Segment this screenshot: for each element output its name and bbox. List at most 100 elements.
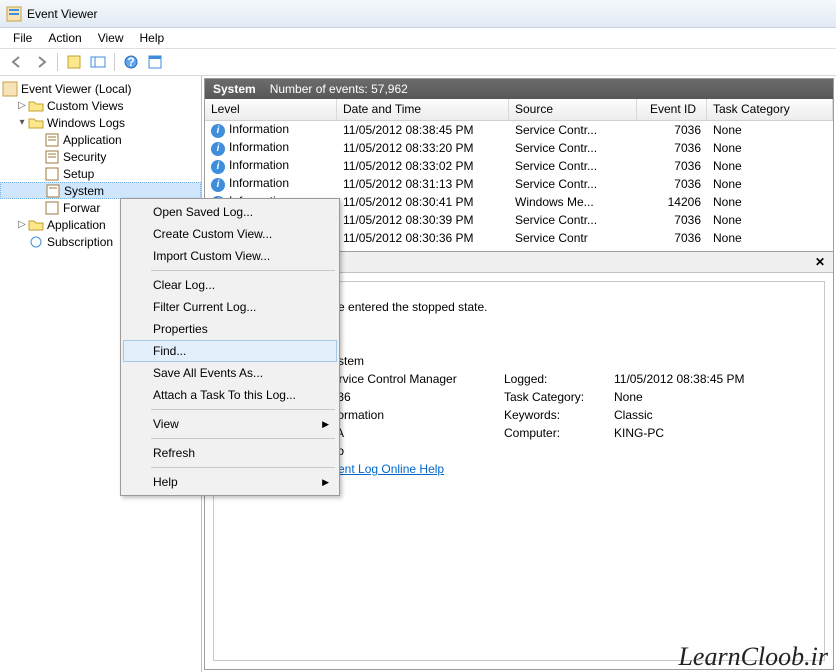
tree-label: Application: [47, 218, 106, 232]
tree-label: Custom Views: [47, 99, 123, 113]
lab-taskcat: Task Category:: [504, 390, 614, 404]
folder-icon: [28, 115, 44, 131]
subscription-icon: [28, 234, 44, 250]
col-level[interactable]: Level: [205, 99, 337, 120]
tree-application[interactable]: Application: [0, 131, 201, 148]
collapse-icon[interactable]: ▾: [16, 117, 28, 128]
separator: [151, 409, 335, 410]
context-menu: Open Saved Log... Create Custom View... …: [120, 198, 340, 496]
tree-root[interactable]: Event Viewer (Local): [0, 80, 201, 97]
ctx-import-custom-view[interactable]: Import Custom View...: [123, 245, 337, 267]
val-logged: 11/05/2012 08:38:45 PM: [614, 372, 794, 386]
log-icon: [45, 183, 61, 199]
close-icon[interactable]: ✕: [815, 255, 825, 269]
menu-help[interactable]: Help: [133, 29, 172, 47]
svg-text:?: ?: [127, 55, 134, 69]
app-icon: [6, 6, 22, 22]
val-logname: System: [324, 354, 504, 368]
tree-label: Subscription: [47, 235, 113, 249]
separator: [151, 467, 335, 468]
table-row[interactable]: iInformation11/05/2012 08:31:13 PMServic…: [205, 175, 833, 193]
ctx-view[interactable]: View▶: [123, 413, 337, 435]
ctx-refresh[interactable]: Refresh: [123, 442, 337, 464]
col-source[interactable]: Source: [509, 99, 637, 120]
tree-windows-logs[interactable]: ▾ Windows Logs: [0, 114, 201, 131]
window-title: Event Viewer: [27, 7, 97, 21]
log-icon: [44, 166, 60, 182]
val-taskcat: None: [614, 390, 794, 404]
tree-system[interactable]: System: [0, 182, 201, 199]
table-row[interactable]: iInformation11/05/2012 08:38:45 PMServic…: [205, 121, 833, 139]
tree-security[interactable]: Security: [0, 148, 201, 165]
log-icon: [44, 132, 60, 148]
toolbar-btn-3[interactable]: [144, 51, 166, 73]
separator: [151, 270, 335, 271]
tree-label: Application: [63, 133, 122, 147]
separator: [114, 53, 115, 71]
toolbar-btn-2[interactable]: [87, 51, 109, 73]
val-level: Information: [324, 408, 504, 422]
chevron-right-icon: ▶: [322, 419, 329, 430]
ctx-properties[interactable]: Properties: [123, 318, 337, 340]
titlebar: Event Viewer: [0, 0, 836, 28]
tree-setup[interactable]: Setup: [0, 165, 201, 182]
info-icon: i: [211, 160, 225, 174]
more-info-link[interactable]: Event Log Online Help: [324, 462, 504, 490]
app-icon: [2, 81, 18, 97]
menu-file[interactable]: File: [6, 29, 39, 47]
ctx-attach-task[interactable]: Attach a Task To this Log...: [123, 384, 337, 406]
ctx-filter-current-log[interactable]: Filter Current Log...: [123, 296, 337, 318]
info-icon: i: [211, 124, 225, 138]
help-button[interactable]: ?: [120, 51, 142, 73]
tree-label: Security: [63, 150, 106, 164]
col-task[interactable]: Task Category: [707, 99, 833, 120]
tree-label: Forwar: [63, 201, 100, 215]
chevron-right-icon: ▶: [322, 477, 329, 488]
menu-action[interactable]: Action: [41, 29, 88, 47]
forward-button[interactable]: [30, 51, 52, 73]
folder-icon: [28, 98, 44, 114]
val-computer: KING-PC: [614, 426, 794, 440]
col-date[interactable]: Date and Time: [337, 99, 509, 120]
panel-header: System Number of events: 57,962: [205, 79, 833, 99]
separator: [57, 53, 58, 71]
val-opcode: Info: [324, 444, 504, 458]
count-label: Number of events:: [270, 82, 368, 96]
log-icon: [44, 149, 60, 165]
val-user: N/A: [324, 426, 504, 440]
ctx-find[interactable]: Find...: [123, 340, 337, 362]
lab-computer: Computer:: [504, 426, 614, 440]
toolbar: ?: [0, 48, 836, 76]
col-id[interactable]: Event ID: [637, 99, 707, 120]
lab-keywords: Keywords:: [504, 408, 614, 422]
tree-label: Setup: [63, 167, 94, 181]
tree-custom-views[interactable]: ▷ Custom Views: [0, 97, 201, 114]
back-button[interactable]: [6, 51, 28, 73]
info-icon: i: [211, 178, 225, 192]
table-row[interactable]: iInformation11/05/2012 08:33:20 PMServic…: [205, 139, 833, 157]
expand-icon[interactable]: ▷: [16, 219, 28, 230]
val-keywords: Classic: [614, 408, 794, 422]
ctx-open-saved-log[interactable]: Open Saved Log...: [123, 201, 337, 223]
expand-icon[interactable]: ▷: [16, 100, 28, 111]
menubar: File Action View Help: [0, 28, 836, 48]
ctx-save-all-events[interactable]: Save All Events As...: [123, 362, 337, 384]
ctx-help[interactable]: Help▶: [123, 471, 337, 493]
toolbar-btn-1[interactable]: [63, 51, 85, 73]
menu-view[interactable]: View: [91, 29, 131, 47]
info-icon: i: [211, 142, 225, 156]
tree-label: System: [64, 184, 104, 198]
panel-title: System: [213, 82, 256, 96]
table-row[interactable]: iInformation11/05/2012 08:33:02 PMServic…: [205, 157, 833, 175]
val-eventid: 7036: [324, 390, 504, 404]
tree-label: Event Viewer (Local): [21, 82, 132, 96]
tree-label: Windows Logs: [47, 116, 125, 130]
lab-logged: Logged:: [504, 372, 614, 386]
log-icon: [44, 200, 60, 216]
folder-icon: [28, 217, 44, 233]
val-source: Service Control Manager: [324, 372, 504, 386]
ctx-clear-log[interactable]: Clear Log...: [123, 274, 337, 296]
grid-header: Level Date and Time Source Event ID Task…: [205, 99, 833, 121]
watermark: LearnCloob.ir: [678, 642, 828, 672]
ctx-create-custom-view[interactable]: Create Custom View...: [123, 223, 337, 245]
